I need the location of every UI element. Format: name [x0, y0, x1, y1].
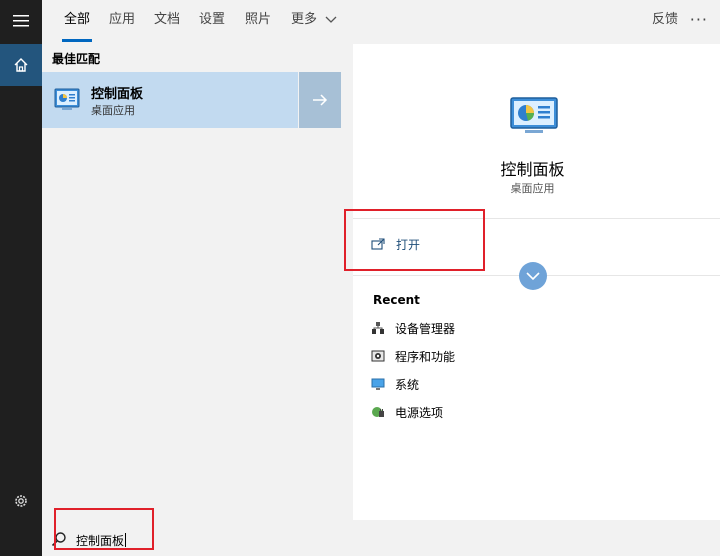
home-icon [14, 58, 28, 72]
recent-item-label: 设备管理器 [395, 321, 456, 336]
chevron-down-icon [325, 16, 337, 23]
device-manager-icon [372, 322, 384, 334]
feedback-button[interactable]: 反馈 [652, 0, 678, 40]
expand-button[interactable] [519, 262, 547, 290]
settings-button[interactable] [0, 480, 42, 522]
gear-icon [15, 495, 27, 507]
best-match-subtitle: 桌面应用 [91, 104, 135, 117]
highlight-box-open [344, 209, 485, 271]
tab-more[interactable]: 更多 [291, 0, 337, 42]
recent-header: Recent [373, 293, 420, 307]
best-match-item[interactable]: 控制面板 桌面应用 [42, 72, 298, 128]
home-button[interactable] [0, 44, 42, 86]
best-match-title: 控制面板 [91, 87, 144, 102]
detail-subtitle: 桌面应用 [510, 182, 555, 195]
recent-item-label: 程序和功能 [395, 349, 456, 364]
filter-tab-bar: 全部 应用 文档 设置 照片 更多 反馈 ··· [42, 0, 720, 42]
open-details-arrow-button[interactable] [299, 72, 341, 128]
more-options-button[interactable]: ··· [690, 0, 708, 40]
recent-item-label: 系统 [395, 377, 420, 392]
menu-button[interactable] [0, 0, 42, 42]
recent-item-label: 电源选项 [395, 405, 444, 420]
hamburger-icon [13, 15, 29, 27]
control-panel-large-icon [510, 97, 558, 133]
recent-item-power-options[interactable]: 电源选项 [371, 402, 443, 422]
system-monitor-icon [371, 378, 385, 390]
recent-item-programs-features[interactable]: 程序和功能 [371, 346, 455, 366]
programs-features-icon [371, 350, 385, 362]
pane-divider [341, 42, 353, 522]
detail-pane: 控制面板 桌面应用 打开 Recent 设备管理器 程序和功能 系统 电源选项 [353, 44, 720, 520]
tab-settings[interactable]: 设置 [199, 0, 225, 42]
chevron-down-icon [526, 271, 540, 280]
results-list: 最佳匹配 控制面板 桌面应用 [42, 42, 341, 522]
best-match-header: 最佳匹配 [52, 52, 101, 66]
tab-documents[interactable]: 文档 [154, 0, 180, 42]
tab-apps[interactable]: 应用 [109, 0, 135, 42]
tab-all[interactable]: 全部 [61, 0, 93, 42]
recent-item-device-manager[interactable]: 设备管理器 [371, 318, 455, 338]
left-rail [0, 0, 42, 556]
arrow-right-icon [313, 94, 328, 106]
recent-item-system[interactable]: 系统 [371, 374, 419, 394]
control-panel-icon [54, 88, 80, 110]
power-options-icon [372, 407, 384, 417]
highlight-box-search [54, 508, 154, 550]
tab-photos[interactable]: 照片 [245, 0, 271, 42]
detail-title: 控制面板 [500, 160, 565, 179]
